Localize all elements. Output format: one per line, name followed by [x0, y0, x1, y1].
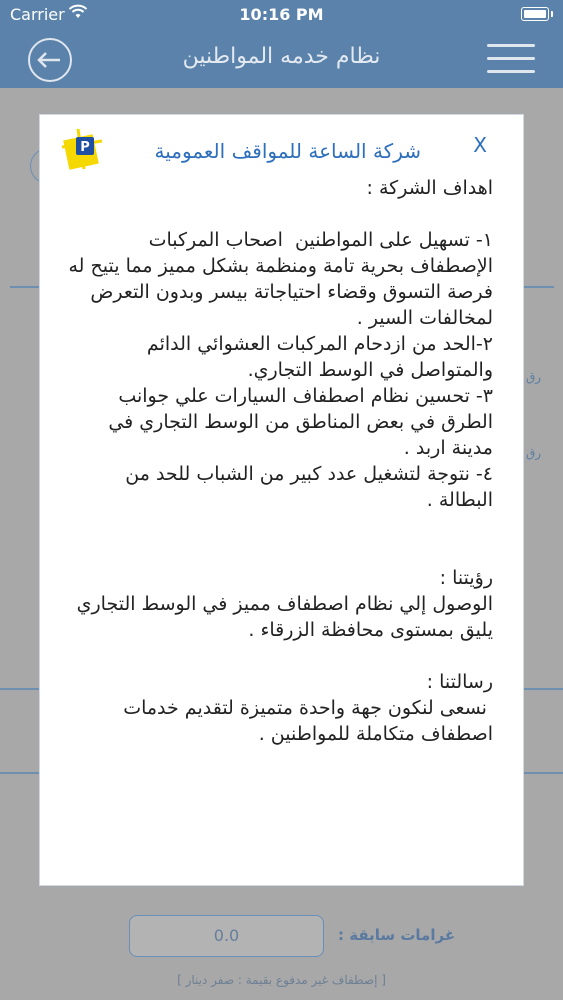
divider	[0, 688, 40, 690]
svg-text:P: P	[80, 140, 90, 155]
divider	[524, 286, 554, 288]
divider	[524, 772, 563, 774]
menu-button[interactable]	[487, 44, 535, 74]
divider	[10, 286, 40, 288]
battery-icon	[521, 7, 553, 21]
dialog-title: شركة الساعة للمواقف العمومية	[154, 139, 421, 163]
divider	[524, 688, 563, 690]
parking-logo-icon: P	[61, 128, 103, 170]
menu-bar-icon	[487, 44, 535, 47]
unpaid-parking-note: [ إصطفاف غير مدفوع بقيمة : صفر دينار ]	[177, 973, 386, 987]
page-title: نظام خدمه المواطنين	[182, 44, 381, 69]
divider	[0, 772, 40, 774]
previous-fines-label: غرامات سابقة :	[338, 926, 456, 944]
close-button[interactable]: X	[473, 133, 487, 157]
nav-bar: نظام خدمه المواطنين	[0, 30, 563, 88]
company-info-dialog: P شركة الساعة للمواقف العمومية X اهداف ا…	[39, 114, 524, 886]
menu-bar-icon	[487, 57, 535, 60]
previous-fines-field[interactable]: 0.0	[129, 915, 324, 957]
side-label: رق	[526, 370, 542, 384]
company-info-text: اهداف الشركة : ١- تسهيل على المواطنين اص…	[68, 177, 494, 745]
menu-bar-icon	[487, 70, 535, 73]
status-bar: Carrier 10:16 PM	[0, 0, 563, 30]
clock: 10:16 PM	[239, 5, 324, 24]
side-label: رق	[526, 446, 542, 460]
